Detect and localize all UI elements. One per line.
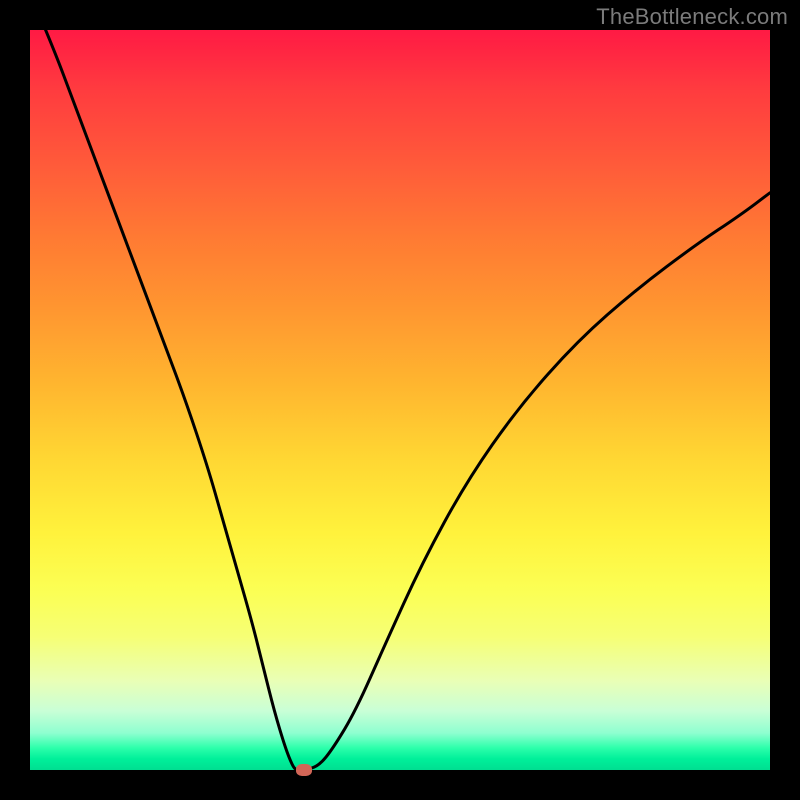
plot-area xyxy=(30,30,770,770)
bottleneck-curve xyxy=(30,30,770,770)
chart-frame: TheBottleneck.com xyxy=(0,0,800,800)
optimum-marker xyxy=(296,764,312,776)
watermark-text: TheBottleneck.com xyxy=(596,4,788,30)
